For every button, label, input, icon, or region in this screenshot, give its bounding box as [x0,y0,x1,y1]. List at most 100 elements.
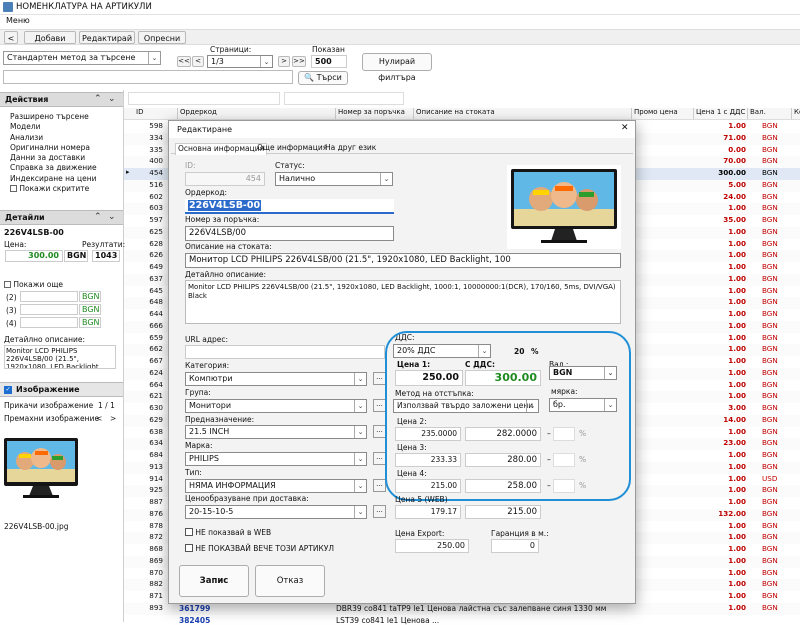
menu-item[interactable]: Меню [6,16,30,25]
group-select[interactable]: Монитори ⌄ [185,399,367,413]
ordercode-input[interactable]: 226V4LSB-00 [185,199,394,214]
price2-vat-input[interactable]: 282.0000 [465,427,541,441]
actions-list: Разширено търсене Модели Анализи Оригина… [10,112,97,194]
column-header-order-number[interactable]: Номер за поръчка [336,108,414,119]
column-header-ordercode[interactable]: Ордеркод [178,108,336,119]
price1-vat-input[interactable]: 300.00 [465,370,541,386]
order-number-input[interactable]: 226V4LSB/00 [185,226,394,241]
grid-description-cell: LST39 со841 le1 Ценова ... [336,616,440,625]
type-select[interactable]: НЯМА ИНФОРМАЦИЯ ⌄ [185,479,367,493]
purpose-more-button[interactable]: ... [373,425,386,438]
title-bar: НОМЕНКЛАТУРА НА АРТИКУЛИ [0,0,800,15]
grid-id-cell: 878 [149,520,163,530]
add-button[interactable]: Добави [24,31,76,44]
price2-input[interactable]: 235.0000 [395,427,461,441]
back-button[interactable]: < [4,31,18,44]
page-select[interactable]: 1/3 ⌄ [207,55,273,68]
column-header-currency[interactable]: Вал. [748,108,792,119]
hide-web-checkbox[interactable] [185,528,193,536]
grid-price-cell: 1.00 [728,461,746,471]
extra-currency: BGN [79,304,101,315]
remove-image-link[interactable]: Премахни изображение [4,414,99,423]
category-more-button[interactable]: ... [373,372,386,385]
dash-separator: – [547,481,551,490]
action-item[interactable]: Анализи [10,133,97,143]
checkbox-checked-icon[interactable]: ✓ [4,386,12,394]
grid-id-cell: 634 [149,438,163,448]
edit-button[interactable]: Редактирай [79,31,135,44]
grid-id-cell: 628 [149,238,163,248]
description-input[interactable]: Монитор LCD PHILIPS 226V4LSB/00 (21.5", … [185,253,621,268]
unit-select[interactable]: бр. ⌄ [549,398,617,412]
attach-image-link[interactable]: Прикачи изображение [4,401,93,410]
currency-select[interactable]: BGN ⌄ [549,366,617,380]
filter-input[interactable] [284,92,404,105]
category-select[interactable]: Компютри ⌄ [185,372,367,386]
dash-separator: – [547,455,551,464]
url-input[interactable] [185,345,385,359]
price2-percent-input[interactable] [553,427,575,441]
filter-input[interactable] [128,92,280,105]
grid-currency-cell: BGN [762,191,778,201]
grid-currency-cell: BGN [762,520,778,530]
price5-input[interactable]: 179.17 [395,505,461,519]
actions-header[interactable]: Действия ⌃ ⌄ [0,92,123,107]
column-header-price[interactable]: Цена 1 с ДДС [694,108,748,119]
detail-description-input[interactable]: Monitor LCD PHILIPS 226V4LSB/00 (21.5", … [185,280,621,324]
group-more-button[interactable]: ... [373,399,386,412]
extra-price-field [20,304,78,315]
show-hidden-checkbox[interactable] [10,185,17,193]
first-page-button[interactable]: << [177,56,191,67]
action-item[interactable]: Данни за доставки [10,153,97,163]
type-more-button[interactable]: ... [373,479,386,492]
column-header-id[interactable]: ID [134,108,178,119]
grid-id-cell: 630 [149,403,163,412]
image-prev-button[interactable]: < [96,414,102,423]
last-page-button[interactable]: >> [292,56,306,67]
export-price-input[interactable]: 250.00 [395,539,469,553]
vat-select[interactable]: 20% ДДС ⌄ [393,344,491,358]
column-header-promo[interactable]: Промо цена [632,108,694,119]
shown-count-input[interactable]: 500 [311,55,347,68]
pricing-more-button[interactable]: ... [373,505,386,518]
column-header-description[interactable]: Описание на стоката [414,108,632,119]
column-header-qty[interactable]: Ко [792,108,800,119]
tab-other-language[interactable]: На друг език [325,143,376,152]
price1-input[interactable]: 250.00 [395,370,463,386]
action-item[interactable]: Модели [10,122,97,132]
price3-vat-input[interactable]: 280.00 [465,453,541,467]
discount-method-select[interactable]: Използвай твърдо заложени цени ⌄ [393,399,539,413]
pricing-select[interactable]: 20-15-10-5 ⌄ [185,505,367,519]
cancel-button[interactable]: Отказ [255,565,325,597]
image-next-button[interactable]: > [110,414,116,423]
next-page-button[interactable]: > [278,56,290,67]
brand-more-button[interactable]: ... [373,452,386,465]
price3-percent-input[interactable] [553,453,575,467]
save-button[interactable]: Запис [179,565,249,597]
brand-select[interactable]: PHILIPS ⌄ [185,452,367,466]
search-method-select[interactable]: Стандартен метод за търсене ⌄ [3,51,161,65]
tab-more-info[interactable]: Още информация [257,143,327,152]
price3-input[interactable]: 233.33 [395,453,461,467]
prev-page-button[interactable]: < [192,56,204,67]
price4-vat-input[interactable]: 258.00 [465,479,541,493]
find-button[interactable]: 🔍 Търси [298,71,348,85]
show-more-checkbox[interactable] [4,281,11,288]
details-header[interactable]: Детайли ⌃ ⌄ [0,210,123,225]
purpose-select[interactable]: 21.5 INCH ⌄ [185,425,367,439]
search-input[interactable] [3,70,293,84]
tab-basic-info[interactable]: Основна информация [175,143,268,155]
action-item[interactable]: Индексиране на цени [10,174,97,184]
price5-vat-input[interactable]: 215.00 [465,505,541,519]
warranty-input[interactable]: 0 [491,539,539,553]
refresh-button[interactable]: Опресни [138,31,186,44]
action-item[interactable]: Справка за движение [10,163,97,173]
reset-filter-button[interactable]: Нулирай филтъра [362,53,432,82]
status-select[interactable]: Налично ⌄ [275,172,393,186]
hide-forever-checkbox[interactable] [185,544,193,552]
price4-input[interactable]: 215.00 [395,479,461,493]
action-item[interactable]: Разширено търсене [10,112,97,122]
close-icon[interactable]: ✕ [621,123,629,133]
price4-percent-input[interactable] [553,479,575,493]
action-item[interactable]: Оригинални номера [10,143,97,153]
